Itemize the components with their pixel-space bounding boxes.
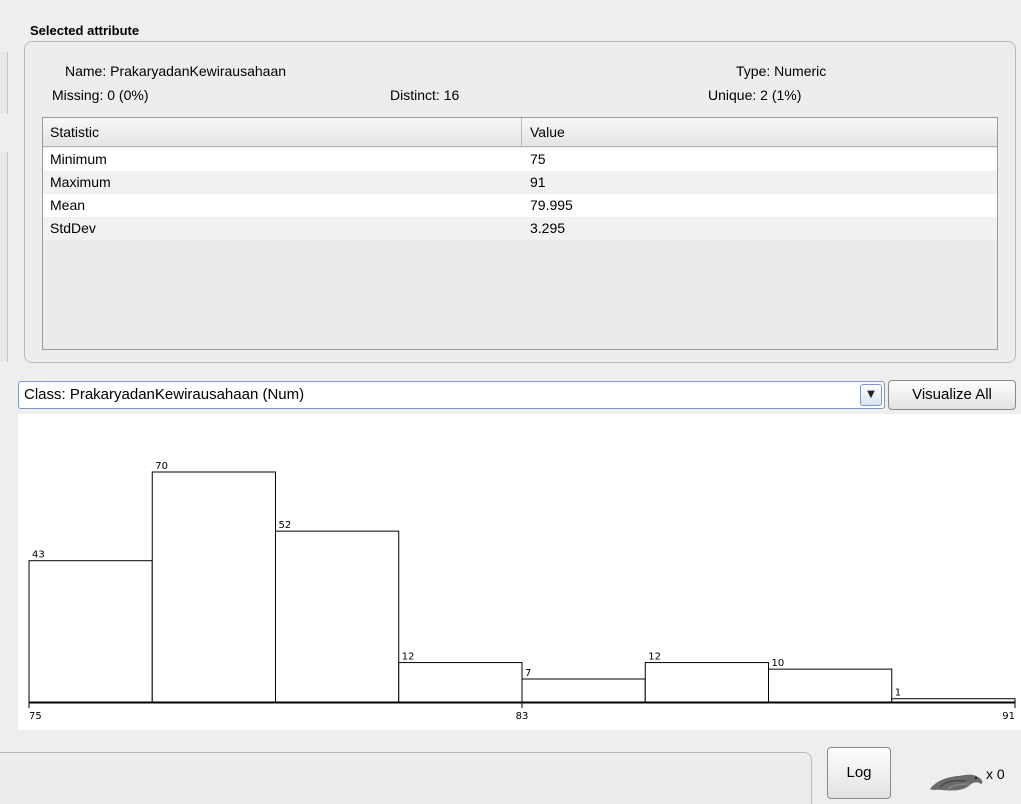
histogram-bar: [275, 530, 400, 703]
histogram-bar: [768, 668, 893, 703]
x-tick-label: 83: [516, 711, 529, 722]
bar-count-label: 7: [525, 668, 531, 679]
table-row[interactable]: Maximum 91: [43, 171, 997, 194]
bar-count-label: 52: [279, 520, 292, 531]
unique-value: 2 (1%): [760, 87, 802, 103]
attribute-type: Type: Numeric: [736, 63, 826, 79]
bar-count-label: 43: [32, 550, 45, 561]
attribute-name: Name: PrakaryadanKewirausahaan: [65, 63, 286, 79]
cell-value: 3.295: [530, 220, 566, 236]
table-row[interactable]: Minimum 75: [43, 148, 997, 171]
log-button[interactable]: Log: [827, 747, 891, 799]
left-panel-edge: [0, 52, 8, 114]
bar-count-label: 12: [648, 652, 661, 663]
cell-value: 91: [530, 174, 546, 190]
histogram-bar: [521, 678, 646, 703]
class-attribute-select[interactable]: Class: PrakaryadanKewirausahaan (Num) ▼: [18, 381, 885, 409]
header-statistic[interactable]: Statistic: [43, 118, 521, 146]
distinct-value: 16: [443, 87, 460, 103]
visualize-all-button[interactable]: Visualize All: [888, 380, 1016, 410]
histogram-bar: [398, 662, 523, 703]
class-select-value: Class: PrakaryadanKewirausahaan (Num): [24, 386, 305, 403]
attribute-unique: Unique: 2 (1%): [708, 87, 801, 103]
header-divider: [521, 118, 522, 146]
type-label: Type:: [736, 63, 771, 79]
x-tick-label: 91: [1002, 711, 1015, 722]
left-panel-edge-lower: [0, 152, 8, 362]
chevron-down-icon[interactable]: ▼: [860, 384, 882, 406]
unique-label: Unique:: [708, 87, 757, 103]
bar-count-label: 1: [895, 688, 901, 699]
histogram-bar: [151, 471, 276, 703]
missing-value: 0 (0%): [107, 87, 149, 103]
histogram-bar: [644, 662, 769, 703]
status-bar: [0, 752, 812, 804]
attribute-missing: Missing: 0 (0%): [52, 87, 148, 103]
cell-statistic: StdDev: [50, 220, 96, 236]
x-tick-label: 75: [29, 711, 42, 722]
name-label: Name:: [65, 63, 107, 79]
cell-statistic: Maximum: [50, 174, 111, 190]
bar-count-label: 10: [772, 658, 785, 669]
table-header: Statistic Value: [43, 118, 997, 147]
statistics-table: Statistic Value Minimum 75 Maximum 91 Me…: [42, 117, 998, 350]
histogram-bar: [891, 698, 1016, 703]
header-value[interactable]: Value: [523, 118, 999, 146]
histogram-chart: 43 70 52 12 7 12 10 1 75 83 91: [28, 461, 1016, 722]
cell-value: 75: [530, 151, 546, 167]
histogram-bar: [28, 560, 153, 703]
bar-count-label: 12: [402, 652, 415, 663]
cell-value: 79.995: [530, 197, 573, 213]
cell-statistic: Minimum: [50, 151, 107, 167]
task-count: x 0: [986, 766, 1005, 782]
attribute-distinct: Distinct: 16: [390, 87, 459, 103]
table-row[interactable]: Mean 79.995: [43, 194, 997, 217]
type-value: Numeric: [774, 63, 827, 79]
bar-count-label: 70: [155, 461, 168, 472]
histogram-panel: 43 70 52 12 7 12 10 1 75 83 91: [18, 414, 1021, 730]
distinct-label: Distinct:: [390, 87, 440, 103]
selected-attribute-title: Selected attribute: [30, 23, 140, 38]
name-value: PrakaryadanKewirausahaan: [110, 63, 287, 79]
table-row[interactable]: StdDev 3.295: [43, 217, 997, 240]
weka-bird-icon: [930, 774, 983, 791]
cell-statistic: Mean: [50, 197, 86, 213]
missing-label: Missing:: [52, 87, 104, 103]
